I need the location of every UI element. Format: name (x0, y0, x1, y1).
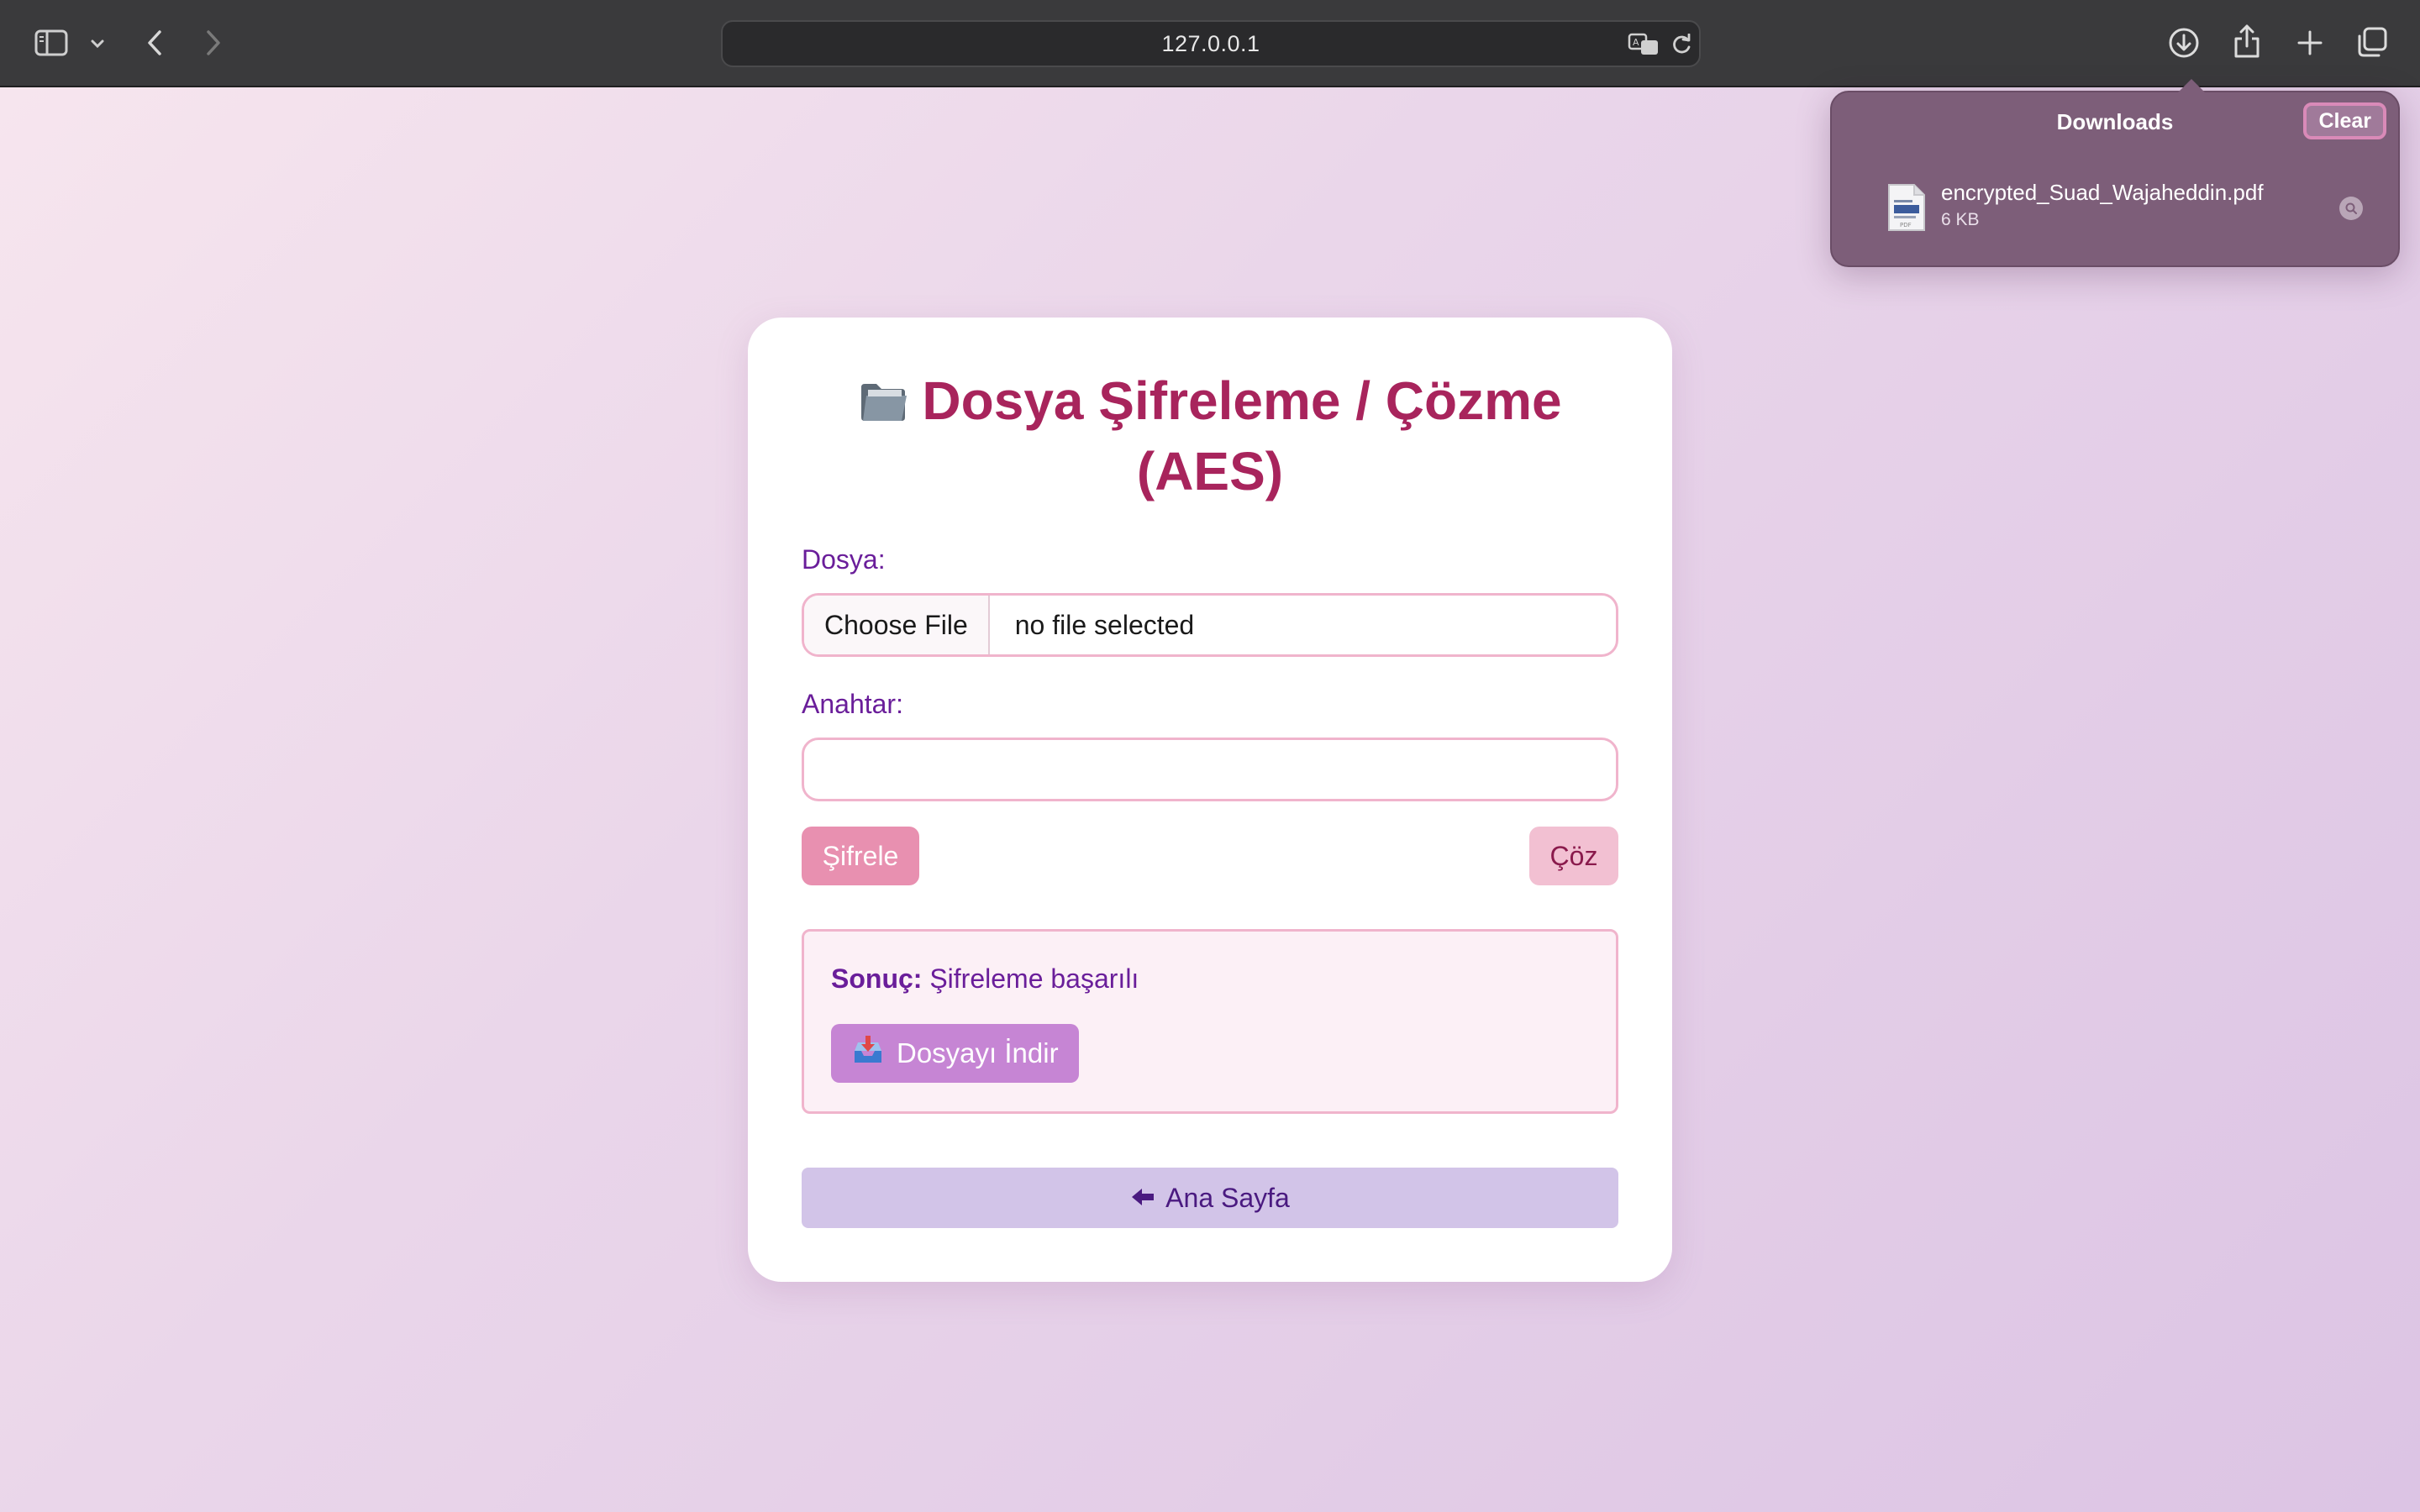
page-title: Dosya Şifreleme / Çözme (AES) (798, 368, 1622, 504)
new-tab-icon[interactable] (2294, 25, 2326, 60)
left-arrow-icon (1130, 1183, 1155, 1214)
translate-icon[interactable]: A (1627, 30, 1660, 59)
file-status-text: no file selected (1014, 609, 1195, 640)
choose-file-button[interactable]: Choose File (804, 596, 990, 654)
result-label: Sonuç: (831, 963, 923, 994)
folder-icon (858, 373, 908, 438)
tabs-overview-icon[interactable] (2354, 24, 2390, 60)
download-file-size: 6 KB (1941, 210, 1980, 229)
magnifier-icon[interactable] (2339, 197, 2363, 220)
result-line: Sonuç: Şifreleme başarılı (831, 963, 1139, 995)
key-input[interactable] (802, 738, 1618, 801)
downloads-popover: Downloads Clear PDF encrypted_Suad_Wajah… (1830, 79, 2400, 267)
encrypt-button[interactable]: Şifrele (802, 827, 919, 885)
back-icon[interactable] (141, 25, 168, 60)
file-input[interactable]: Choose File no file selected (802, 593, 1618, 657)
downloads-icon[interactable] (2166, 25, 2202, 60)
chevron-down-icon[interactable] (87, 34, 108, 54)
download-file-name: encrypted_Suad_Wajaheddin.pdf (1941, 180, 2264, 205)
reload-icon[interactable] (1669, 32, 1694, 57)
home-button[interactable]: Ana Sayfa (802, 1168, 1618, 1228)
decrypt-button[interactable]: Çöz (1529, 827, 1618, 885)
result-box: Sonuç: Şifreleme başarılı Dosyayı İndir (802, 929, 1618, 1114)
share-icon[interactable] (2230, 22, 2264, 60)
page-title-text: Dosya Şifreleme / Çözme (AES) (922, 370, 1562, 501)
pdf-file-icon: PDF (1887, 183, 1926, 236)
crypto-card: Dosya Şifreleme / Çözme (AES) Dosya: Cho… (748, 318, 1672, 1282)
download-file-button[interactable]: Dosyayı İndir (831, 1024, 1079, 1083)
sidebar-icon[interactable] (32, 25, 71, 60)
svg-text:A: A (1633, 37, 1639, 48)
file-label: Dosya: (802, 544, 886, 575)
address-bar[interactable]: 127.0.0.1 A (721, 20, 1701, 67)
svg-text:PDF: PDF (1900, 222, 1912, 228)
forward-icon[interactable] (200, 25, 227, 60)
result-message: Şifreleme başarılı (929, 963, 1139, 994)
home-button-label: Ana Sayfa (1165, 1182, 1290, 1213)
browser-toolbar: 127.0.0.1 A (0, 0, 2420, 87)
inbox-tray-icon (851, 1034, 885, 1073)
clear-downloads-button[interactable]: Clear (2303, 102, 2386, 139)
download-file-label: Dosyayı İndir (897, 1037, 1059, 1068)
url-text: 127.0.0.1 (1161, 30, 1260, 56)
key-label: Anahtar: (802, 689, 903, 719)
